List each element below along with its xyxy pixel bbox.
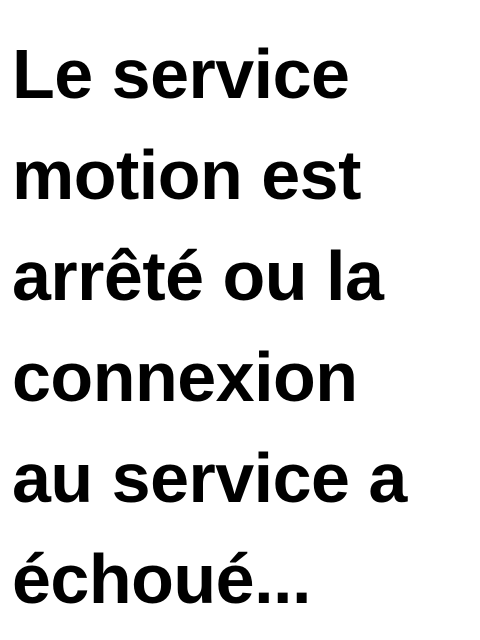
status-screen: Le service motion est arrêté ou la conne… [0,0,480,640]
service-status-message: Le service motion est arrêté ou la conne… [12,35,407,618]
